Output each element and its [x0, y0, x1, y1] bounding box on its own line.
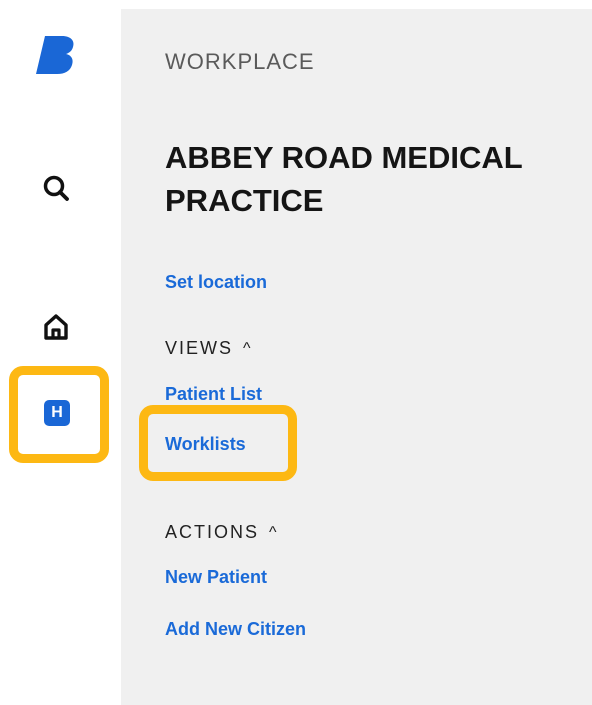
- home-icon: [44, 314, 68, 340]
- search-icon: [43, 175, 69, 201]
- workplace-panel: WORKPLACE ABBEY ROAD MEDICAL PRACTICE Se…: [121, 9, 592, 705]
- search-button[interactable]: [37, 169, 75, 207]
- brand-logo-icon[interactable]: [36, 34, 78, 76]
- hub-button[interactable]: H: [37, 393, 77, 433]
- brand-b-icon: [36, 36, 74, 74]
- set-location-link[interactable]: Set location: [165, 272, 267, 293]
- actions-heading: ACTIONS: [165, 522, 260, 542]
- hub-icon: H: [44, 400, 70, 426]
- home-button[interactable]: [37, 308, 75, 346]
- left-nav-rail: H: [0, 0, 120, 705]
- new-patient-link[interactable]: New Patient: [165, 567, 267, 588]
- caret-up-icon: ^: [243, 339, 251, 357]
- caret-up-icon: ^: [269, 523, 277, 541]
- patient-list-link[interactable]: Patient List: [165, 384, 262, 405]
- add-new-citizen-link[interactable]: Add New Citizen: [165, 619, 306, 640]
- panel-eyebrow: WORKPLACE: [165, 49, 315, 74]
- page-title: ABBEY ROAD MEDICAL PRACTICE: [165, 140, 523, 218]
- views-heading: VIEWS: [165, 338, 234, 358]
- actions-section-toggle[interactable]: ACTIONS ^: [165, 522, 277, 543]
- worklists-link[interactable]: Worklists: [165, 434, 246, 455]
- views-section-toggle[interactable]: VIEWS ^: [165, 338, 251, 359]
